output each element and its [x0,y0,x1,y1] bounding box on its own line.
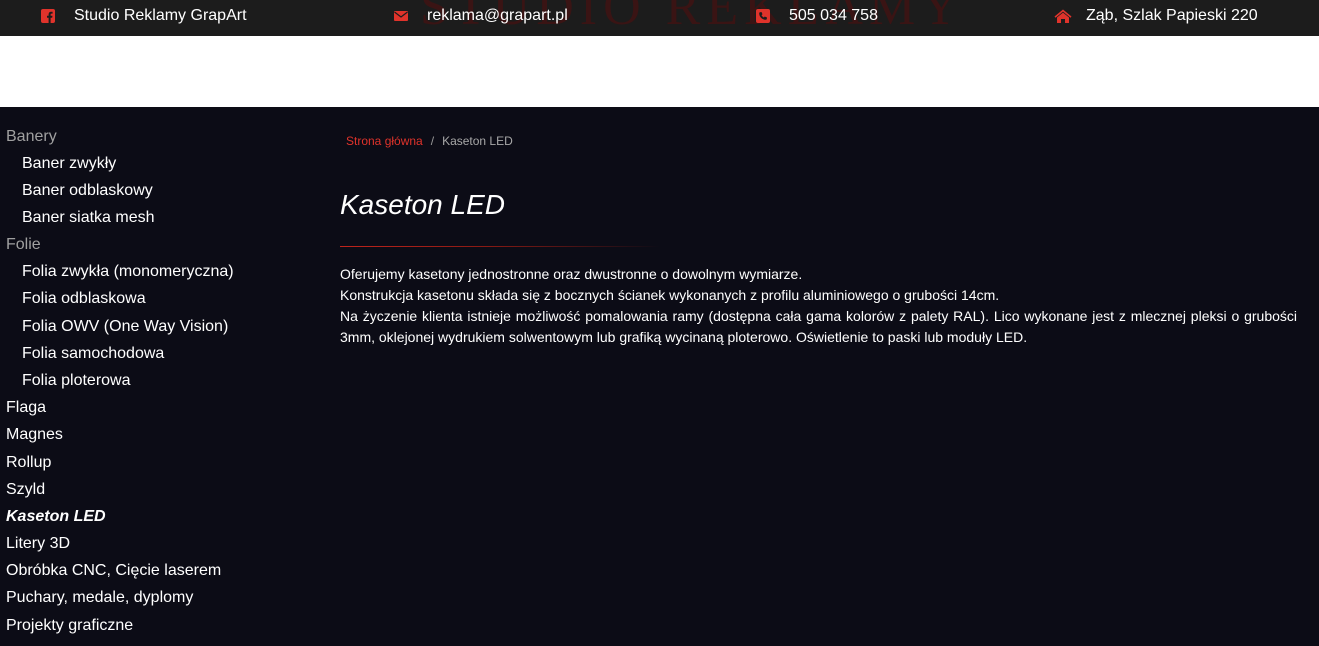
page-content: Oferujemy kasetony jednostronne oraz dwu… [340,264,1297,348]
sidebar-item-rollup[interactable]: Rollup [6,453,51,473]
facebook-link[interactable]: Studio Reklamy GrapArt [41,0,247,31]
sidebar-item-puchary[interactable]: Puchary, medale, dyplomy [6,588,193,608]
sidebar-item-szyld[interactable]: Szyld [6,480,45,500]
sidebar-item-kaseton-led[interactable]: Kaseton LED [6,507,106,527]
phone-icon [756,8,770,23]
facebook-label: Studio Reklamy GrapArt [74,6,247,24]
page-title: Kaseton LED [340,189,505,220]
sidebar-item-flaga[interactable]: Flaga [6,398,46,418]
sidebar-item-projekty-graficzne[interactable]: Projekty graficzne [6,616,133,636]
sidebar-item-baner-siatka-mesh[interactable]: Baner siatka mesh [22,208,155,228]
sidebar-item-obrobka-cnc[interactable]: Obróbka CNC, Cięcie laserem [6,561,221,581]
sidebar-item-litery-3d[interactable]: Litery 3D [6,534,70,554]
sidebar-item-folia-ploterowa[interactable]: Folia ploterowa [22,371,131,391]
breadcrumb: Strona główna / Kaseton LED [346,134,513,148]
facebook-icon [41,8,55,23]
breadcrumb-separator: / [430,134,435,148]
sidebar-item-folia-owv[interactable]: Folia OWV (One Way Vision) [22,317,228,337]
envelope-icon [394,9,408,23]
breadcrumb-home-link[interactable]: Strona główna [346,134,423,148]
content-paragraph: Oferujemy kasetony jednostronne oraz dwu… [340,266,803,282]
address-link[interactable]: Ząb, Szlak Papieski 220 [1054,0,1258,31]
sidebar-item-folia-samochodowa[interactable]: Folia samochodowa [22,344,164,364]
title-underline [340,246,660,247]
content-paragraph: Konstrukcja kasetonu składa się z boczny… [340,287,1000,303]
content-paragraph: Na życzenie klienta istnieje możliwość p… [340,308,1297,345]
home-icon [1054,9,1072,23]
sidebar-item-magnes[interactable]: Magnes [6,425,63,445]
sidebar-item-folia-zwykla[interactable]: Folia zwykła (monomeryczna) [22,262,234,282]
header-banner [0,36,1319,107]
email-link[interactable]: reklama@grapart.pl [394,0,568,31]
email-label: reklama@grapart.pl [427,6,568,24]
sidebar-nav: Banery Baner zwykły Baner odblaskowy Ban… [0,107,320,646]
sidebar-item-baner-odblaskowy[interactable]: Baner odblaskowy [22,181,153,201]
sidebar-item-baner-zwykly[interactable]: Baner zwykły [22,154,116,174]
sidebar-item-banery[interactable]: Banery [6,127,57,147]
phone-link[interactable]: 505 034 758 [756,0,878,31]
sidebar-item-folie[interactable]: Folie [6,235,41,255]
top-contact-bar: STUDIO REKLAMY Studio Reklamy GrapArt re… [0,0,1319,36]
address-label: Ząb, Szlak Papieski 220 [1086,6,1258,24]
sidebar-item-folia-odblaskowa[interactable]: Folia odblaskowa [22,289,146,309]
phone-label: 505 034 758 [789,6,878,24]
breadcrumb-current: Kaseton LED [442,134,513,148]
